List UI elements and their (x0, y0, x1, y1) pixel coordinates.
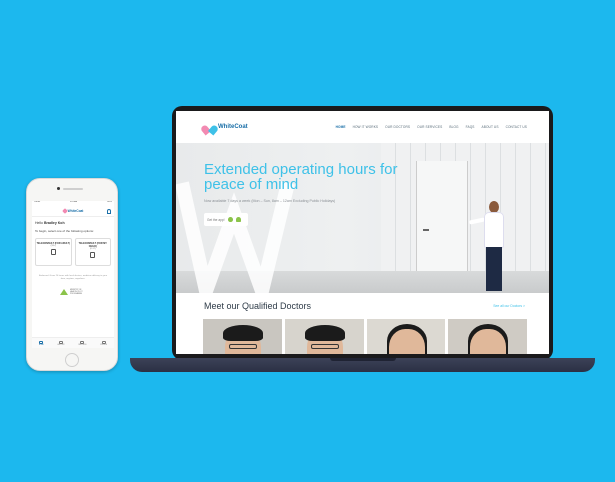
tab-records[interactable]: RECORDS (78, 340, 87, 346)
home-icon (39, 340, 44, 344)
info-note: Endorsed. Gives 24 hours with local doct… (38, 275, 108, 280)
app-header: WhiteCoat (32, 206, 114, 217)
partner-badge: MINISTRY OF HEALTH PILOT PROGRAMME (32, 289, 114, 295)
card-subtitle: (18+) (50, 245, 56, 247)
notification-bell-icon[interactable] (107, 209, 111, 214)
tab-profile[interactable]: PROFILE (100, 340, 108, 346)
hero-banner: Extended operating hours for peace of mi… (176, 143, 549, 293)
greeting-prefix: Hello (35, 221, 43, 225)
hero-title: Extended operating hours for peace of mi… (204, 161, 398, 193)
records-icon (80, 340, 85, 344)
tab-history[interactable]: HISTORY (57, 340, 65, 346)
user-name: Bradley Koh (43, 221, 65, 225)
tab-label: PROFILE (100, 344, 108, 346)
phone-screen: Carrier 9:41 AM 100% WhiteCoat Hello Bra… (32, 201, 114, 348)
phone-device-icon (50, 249, 56, 255)
glasses-icon (310, 344, 339, 349)
site-navbar: WhiteCoat HOME HOW IT WORKS OUR DOCTORS … (176, 111, 549, 143)
phone-device-icon (90, 252, 96, 258)
tab-label: RECORDS (78, 344, 87, 346)
site-brand-name: WhiteCoat (218, 124, 248, 130)
doctors-section-header: Meet our Qualified Doctors See all our D… (176, 293, 549, 319)
teleconsult-child-card[interactable]: TELECONSULT (FOR MY CHILD) (2-17) (74, 238, 111, 266)
phone-device: Carrier 9:41 AM 100% WhiteCoat Hello Bra… (26, 178, 118, 371)
doctor-photo (388, 329, 425, 354)
menu-item-our-services[interactable]: OUR SERVICES (417, 125, 442, 129)
doctor-card[interactable] (448, 319, 527, 354)
whitecoat-logo-icon (199, 122, 220, 136)
tab-label: HISTORY (57, 344, 65, 346)
apple-store-icon[interactable] (227, 217, 233, 222)
doctor-card[interactable] (203, 319, 282, 354)
hero-door-handle (423, 229, 429, 231)
menu-item-faqs[interactable]: FAQS (466, 125, 475, 129)
consult-options: TELECONSULT (FOR ADULT) (18+) TELECONSUL… (32, 235, 114, 269)
laptop-notch (330, 358, 396, 361)
app-logo: WhiteCoat (61, 208, 84, 214)
doctors-title: Meet our Qualified Doctors (204, 301, 312, 311)
phone-home-button[interactable] (65, 353, 79, 367)
tab-home[interactable]: HOME (38, 340, 44, 346)
menu-item-blog[interactable]: BLOG (449, 125, 458, 129)
android-store-icon[interactable] (235, 217, 241, 222)
hero-person (468, 201, 507, 293)
see-all-doctors-link[interactable]: See all our Doctors > (493, 304, 525, 308)
menu-item-home[interactable]: HOME (336, 125, 346, 129)
whitecoat-logo-icon (61, 208, 68, 214)
option-prompt: To begin, select one of the following op… (35, 229, 94, 233)
doctor-card[interactable] (366, 319, 446, 354)
menu-item-our-doctors[interactable]: OUR DOCTORS (385, 125, 410, 129)
hero-subtitle: Now available 7 days a week (Mon – Sun, … (204, 199, 336, 203)
laptop-screen: WhiteCoat HOME HOW IT WORKS OUR DOCTORS … (176, 111, 549, 354)
glasses-icon (229, 344, 257, 349)
partner-logo-icon (60, 289, 68, 295)
tab-bar: HOME HISTORY RECORDS PROFILE (32, 337, 114, 348)
greeting: Hello Bradley Koh (32, 217, 114, 227)
phone-speaker (63, 188, 83, 190)
app-logo-text: WhiteCoat (67, 209, 84, 213)
profile-icon (101, 340, 106, 344)
card-subtitle: (2-17) (89, 248, 96, 250)
menu-item-about-us[interactable]: ABOUT US (482, 125, 499, 129)
get-app-label: Get the app! (207, 217, 225, 222)
partner-text: MINISTRY OF HEALTH PILOT PROGRAMME (70, 289, 83, 295)
doctor-cards (203, 319, 527, 354)
phone-camera (57, 187, 60, 190)
history-icon (59, 340, 64, 344)
tab-label: HOME (38, 344, 44, 346)
get-app-box: Get the app! (204, 213, 248, 226)
site-brand[interactable]: WhiteCoat (199, 122, 248, 136)
menu-item-how-it-works[interactable]: HOW IT WORKS (353, 125, 379, 129)
teleconsult-adult-card[interactable]: TELECONSULT (FOR ADULT) (18+) (35, 238, 72, 266)
menu-item-contact-us[interactable]: CONTACT US (506, 125, 527, 129)
site-menu: HOME HOW IT WORKS OUR DOCTORS OUR SERVIC… (336, 125, 527, 129)
doctor-card[interactable] (284, 319, 364, 354)
